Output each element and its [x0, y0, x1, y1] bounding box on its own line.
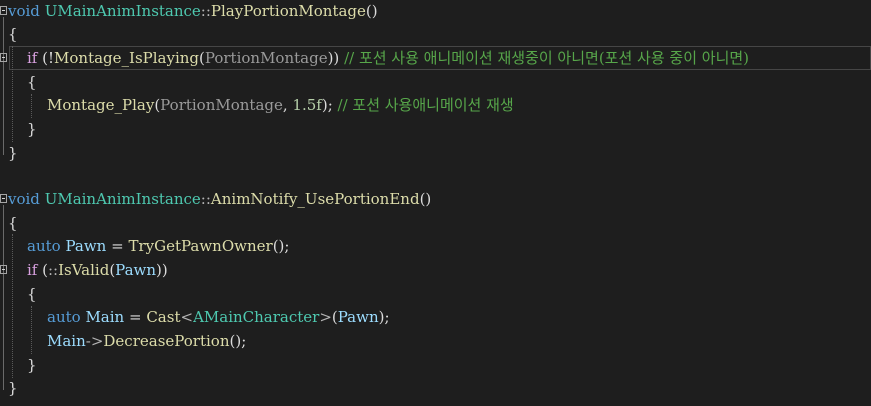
function-call: DecreasePortion	[103, 332, 230, 350]
code-line[interactable]: if (!Montage_IsPlaying(PortionMontage)) …	[0, 47, 749, 70]
local-variable: Pawn	[65, 237, 107, 255]
punct: <	[180, 308, 194, 326]
code-line[interactable]: Main->DecreasePortion();	[0, 330, 246, 353]
code-line[interactable]: }	[0, 142, 19, 165]
keyword: void	[8, 190, 40, 208]
fold-toggle-icon[interactable]	[0, 53, 7, 62]
arrow-operator: ->	[85, 332, 104, 350]
code-line[interactable]: if (::IsValid(Pawn))	[0, 259, 168, 282]
open-brace: {	[8, 25, 18, 43]
parens: ()	[365, 2, 378, 20]
code-line[interactable]: {	[0, 212, 19, 235]
punct: (	[37, 261, 48, 279]
code-line[interactable]: auto Main = Cast<AMainCharacter>(Pawn);	[0, 306, 390, 329]
function-call: Montage_Play	[47, 96, 155, 114]
open-brace: {	[8, 214, 18, 232]
close-brace: }	[27, 356, 37, 374]
code-line[interactable]: void UMainAnimInstance::PlayPortionMonta…	[0, 0, 378, 23]
code-line[interactable]: {	[0, 23, 19, 46]
function-call: TryGetPawnOwner	[128, 237, 273, 255]
keyword-auto: auto	[27, 237, 61, 255]
keyword: void	[8, 2, 40, 20]
code-editor[interactable]: void UMainAnimInstance::PlayPortionMonta…	[0, 0, 871, 406]
code-line[interactable]: auto Pawn = TryGetPawnOwner();	[0, 235, 289, 258]
punct: >	[319, 308, 332, 326]
parens: ()	[419, 190, 432, 208]
punct: (!	[37, 49, 55, 67]
number-literal: 1.5f	[292, 96, 322, 114]
comment: // 포션 사용 애니메이션 재생중이 아니면(포션 사용 중이 아니면)	[339, 49, 750, 67]
close-brace: }	[8, 144, 18, 162]
member-variable: PortionMontage	[160, 96, 283, 114]
code-line[interactable]: void UMainAnimInstance::AnimNotify_UsePo…	[0, 188, 431, 211]
function-call: IsValid	[58, 261, 110, 279]
class-name: UMainAnimInstance	[44, 2, 201, 20]
function-call: Cast	[146, 308, 181, 326]
scope-operator: ::	[200, 190, 211, 208]
function-name: AnimNotify_UsePortionEnd	[210, 190, 420, 208]
code-line[interactable]: {	[0, 71, 37, 94]
open-brace: {	[27, 285, 37, 303]
punct: ();	[272, 237, 290, 255]
fold-toggle-icon[interactable]	[0, 6, 7, 15]
fold-toggle-icon[interactable]	[0, 265, 7, 274]
code-line[interactable]: }	[0, 377, 19, 400]
punct: ))	[327, 49, 340, 67]
scope-operator: ::	[47, 261, 59, 279]
code-line[interactable]: {	[0, 283, 37, 306]
punct: =	[106, 237, 129, 255]
local-variable: Main	[85, 308, 125, 326]
comment: // 포션 사용애니메이션 재생	[332, 96, 514, 114]
local-variable: Pawn	[337, 308, 379, 326]
close-brace: }	[27, 120, 37, 138]
punct: );	[378, 308, 390, 326]
punct: ))	[156, 261, 168, 279]
indent-guide	[31, 94, 32, 118]
code-line[interactable]: Montage_Play(PortionMontage, 1.5f); // 포…	[0, 94, 514, 117]
function-name: PlayPortionMontage	[210, 2, 366, 20]
punct: );	[321, 96, 333, 114]
open-brace: {	[27, 73, 37, 91]
scope-operator: ::	[200, 2, 211, 20]
close-brace: }	[8, 379, 18, 397]
member-variable: PortionMontage	[204, 49, 328, 67]
punct: ,	[282, 96, 293, 114]
class-name: AMainCharacter	[193, 308, 320, 326]
punct: =	[124, 308, 147, 326]
code-line[interactable]: }	[0, 354, 37, 377]
indent-guide	[31, 306, 32, 354]
local-variable: Main	[47, 332, 86, 350]
class-name: UMainAnimInstance	[44, 190, 201, 208]
fold-toggle-icon[interactable]	[0, 194, 7, 203]
keyword-if: if	[27, 49, 38, 67]
keyword-if: if	[27, 261, 38, 279]
code-line[interactable]: }	[0, 118, 37, 141]
local-variable: Pawn	[115, 261, 157, 279]
punct: ();	[229, 332, 247, 350]
keyword-auto: auto	[47, 308, 81, 326]
function-call: Montage_IsPlaying	[54, 49, 200, 67]
